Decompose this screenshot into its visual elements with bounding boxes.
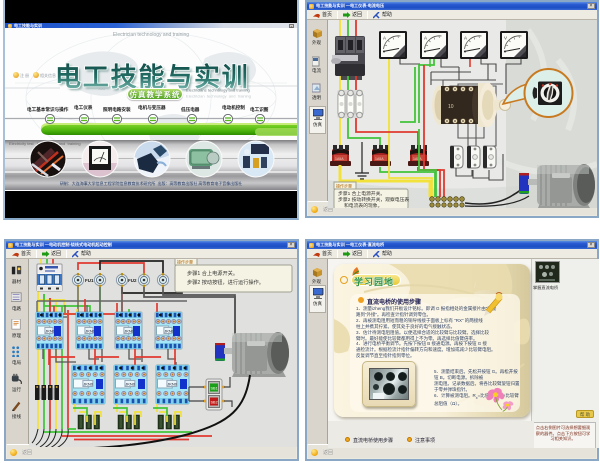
svg-text:操作步骤: 操作步骤 xyxy=(177,259,193,265)
svg-text:A: A xyxy=(424,36,427,41)
svg-text:A: A xyxy=(464,36,467,41)
svg-text:步骤2 按动按钮，进行运行操作。: 步骤2 按动按钮，进行运行操作。 xyxy=(187,278,264,286)
svg-text:JKN0: JKN0 xyxy=(83,382,94,387)
svg-text:FU1: FU1 xyxy=(85,278,94,283)
svg-text:操作步骤: 操作步骤 xyxy=(336,183,352,189)
svg-text:A: A xyxy=(383,36,386,41)
svg-text:FU2: FU2 xyxy=(128,278,137,283)
svg-text:10: 10 xyxy=(448,104,454,110)
svg-text:SB2: SB2 xyxy=(211,401,218,405)
svg-text:1A5A: 1A5A xyxy=(413,157,422,161)
svg-text:SB1: SB1 xyxy=(211,387,218,391)
svg-text:JKN0: JKN0 xyxy=(125,382,136,387)
svg-text:1A5A: 1A5A xyxy=(375,157,384,161)
svg-text:步骤2 按动转换开关，观察电压表: 步骤2 按动转换开关，观察电压表 xyxy=(338,196,409,203)
svg-text:JKN0: JKN0 xyxy=(167,382,178,387)
svg-text:步骤1 合上电源开关。: 步骤1 合上电源开关。 xyxy=(187,269,238,277)
svg-text:V: V xyxy=(504,36,507,41)
svg-text:1A5A: 1A5A xyxy=(335,157,344,161)
svg-text:步骤1 合上电源开关。: 步骤1 合上电源开关。 xyxy=(338,190,385,197)
